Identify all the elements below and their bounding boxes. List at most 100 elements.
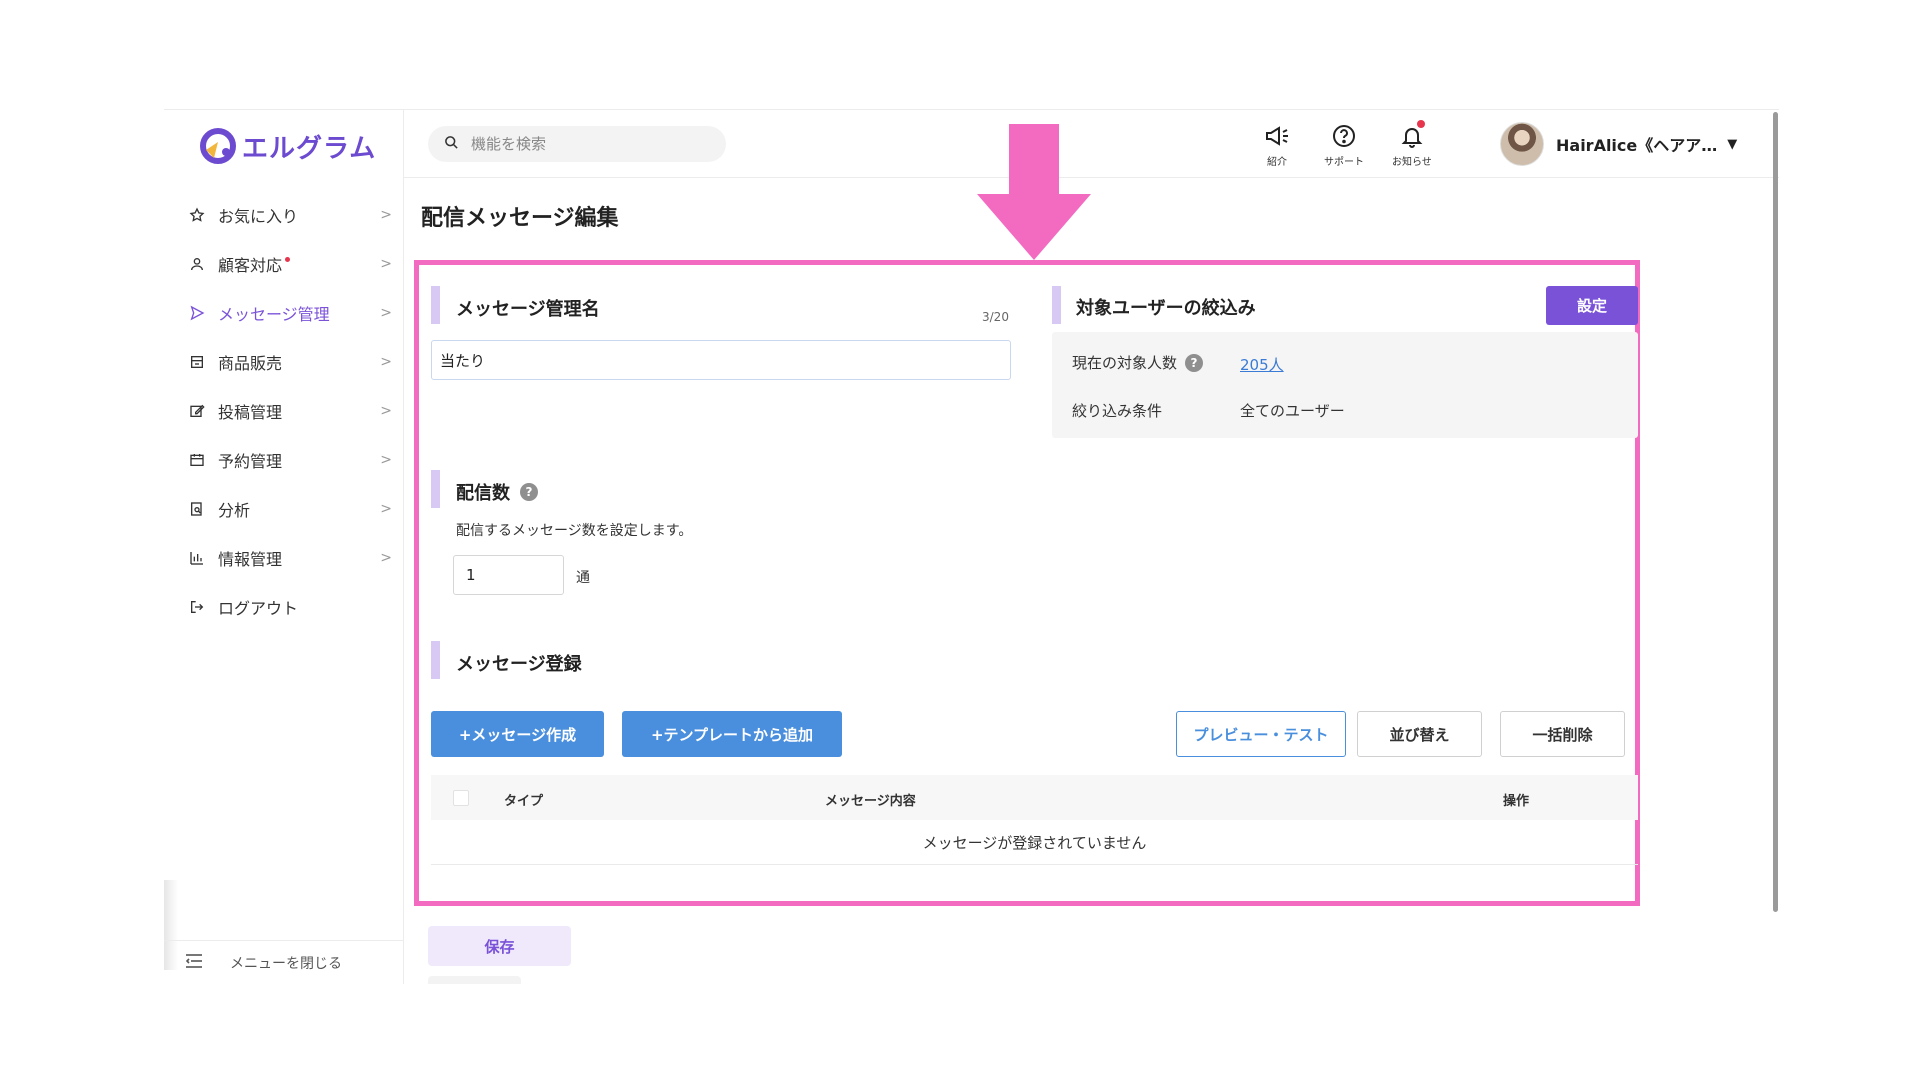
sidebar-item-reservations[interactable]: 予約管理 > bbox=[164, 435, 404, 484]
app-window: エルグラム お気に入り > 顧客対応 > メッセージ管理 > 商品販売 > 投稿… bbox=[164, 109, 1779, 984]
header-icon-label: サポート bbox=[1324, 157, 1364, 168]
add-from-template-button[interactable]: +テンプレートから追加 bbox=[622, 711, 842, 757]
user-name: HairAlice《ヘアア… bbox=[1556, 136, 1718, 155]
sidebar-item-label: 顧客対応 bbox=[218, 255, 283, 275]
sidebar-nav: お気に入り > 顧客対応 > メッセージ管理 > 商品販売 > 投稿管理 > 予… bbox=[164, 190, 404, 631]
sidebar-item-logout[interactable]: ログアウト bbox=[164, 582, 404, 631]
sidebar-item-posts[interactable]: 投稿管理 > bbox=[164, 386, 404, 435]
logo[interactable]: エルグラム bbox=[200, 126, 376, 166]
count-unit: 通 bbox=[576, 570, 590, 586]
search-input[interactable] bbox=[471, 135, 691, 153]
secondary-button[interactable] bbox=[428, 976, 521, 984]
column-header-content: メッセージ内容 bbox=[825, 794, 916, 809]
target-condition-label: 絞り込み条件 bbox=[1072, 402, 1163, 420]
sidebar-item-label: 分析 bbox=[218, 500, 251, 520]
chevron-right-icon: > bbox=[380, 206, 392, 223]
target-summary-box: 現在の対象人数 ? 205人 絞り込み条件 全てのユーザー bbox=[1052, 332, 1638, 438]
help-icon[interactable]: ? bbox=[1185, 353, 1204, 372]
sidebar-item-label: 予約管理 bbox=[218, 451, 283, 471]
sidebar-item-info[interactable]: 情報管理 > bbox=[164, 533, 404, 582]
chevron-right-icon: > bbox=[380, 549, 392, 566]
sort-button[interactable]: 並び替え bbox=[1357, 711, 1482, 757]
page-title: 配信メッセージ編集 bbox=[421, 206, 619, 231]
vertical-scrollbar[interactable] bbox=[1773, 112, 1778, 912]
header-icon-label: お知らせ bbox=[1392, 157, 1432, 168]
sidebar-item-label: メッセージ管理 bbox=[218, 304, 330, 324]
chevron-right-icon: > bbox=[380, 500, 392, 517]
sidebar-item-label: 情報管理 bbox=[218, 549, 283, 569]
chevron-right-icon: > bbox=[380, 451, 392, 468]
target-section-title: 対象ユーザーの絞込み bbox=[1076, 298, 1256, 319]
search-bar[interactable] bbox=[428, 126, 726, 162]
header-icon-label: 紹介 bbox=[1267, 157, 1287, 168]
header-notifications-button[interactable]: お知らせ bbox=[1392, 120, 1432, 168]
notification-dot bbox=[1416, 120, 1425, 128]
empty-table-message: メッセージが登録されていません bbox=[431, 820, 1638, 865]
create-message-button[interactable]: +メッセージ作成 bbox=[431, 711, 604, 757]
sidebar-item-label: ログアウト bbox=[218, 598, 299, 618]
header-intro-button[interactable]: 紹介 bbox=[1264, 124, 1290, 168]
section-accent-bar bbox=[431, 470, 440, 508]
chevron-right-icon: > bbox=[380, 402, 392, 419]
sidebar-item-sales[interactable]: 商品販売 > bbox=[164, 337, 404, 386]
message-count-input[interactable] bbox=[453, 555, 564, 595]
calendar-icon bbox=[186, 449, 208, 471]
user-icon bbox=[186, 253, 208, 275]
help-icon[interactable]: ? bbox=[520, 483, 538, 501]
close-menu-button[interactable]: メニューを閉じる bbox=[164, 940, 404, 984]
user-menu[interactable]: HairAlice《ヘアア… ▼ bbox=[1500, 122, 1737, 166]
sidebar-item-label: 商品販売 bbox=[218, 353, 283, 373]
logo-text: エルグラム bbox=[242, 133, 377, 164]
edit-icon bbox=[186, 400, 208, 422]
target-condition-value: 全てのユーザー bbox=[1240, 402, 1345, 420]
star-icon bbox=[186, 204, 208, 226]
search-icon bbox=[444, 135, 459, 154]
count-description: 配信するメッセージ数を設定します。 bbox=[456, 523, 693, 539]
select-all-checkbox[interactable] bbox=[453, 790, 469, 806]
help-circle-icon bbox=[1331, 124, 1357, 151]
column-header-type: タイプ bbox=[504, 794, 544, 809]
store-icon bbox=[186, 351, 208, 373]
notification-dot bbox=[285, 256, 291, 262]
sidebar-item-analytics[interactable]: 分析 > bbox=[164, 484, 404, 533]
count-section-header: 配信数 ? bbox=[456, 479, 538, 505]
sidebar-item-label: 投稿管理 bbox=[218, 402, 283, 422]
bulk-delete-button[interactable]: 一括削除 bbox=[1500, 711, 1625, 757]
chevron-right-icon: > bbox=[380, 304, 392, 321]
sidebar-item-label: お気に入り bbox=[218, 206, 299, 226]
section-accent-bar bbox=[1052, 286, 1061, 324]
chevron-right-icon: > bbox=[380, 255, 392, 272]
logo-mark-icon bbox=[200, 128, 236, 164]
count-section-title: 配信数 bbox=[456, 483, 510, 504]
name-char-counter: 3/20 bbox=[982, 310, 1009, 324]
target-count-link[interactable]: 205人 bbox=[1240, 354, 1284, 375]
name-section-title: メッセージ管理名 bbox=[456, 299, 600, 320]
analytics-icon bbox=[186, 498, 208, 520]
sidebar-item-messages[interactable]: メッセージ管理 > bbox=[164, 288, 404, 337]
avatar bbox=[1500, 122, 1544, 166]
pink-arrow-icon bbox=[974, 124, 1094, 268]
sidebar: エルグラム お気に入り > 顧客対応 > メッセージ管理 > 商品販売 > 投稿… bbox=[164, 110, 404, 984]
register-section-title: メッセージ登録 bbox=[456, 654, 582, 675]
target-count-label: 現在の対象人数 bbox=[1072, 354, 1178, 372]
section-accent-bar bbox=[431, 641, 440, 679]
message-table-header: タイプ メッセージ内容 操作 bbox=[431, 775, 1638, 820]
target-condition-row: 絞り込み条件 bbox=[1072, 400, 1162, 421]
header-support-button[interactable]: サポート bbox=[1324, 124, 1364, 168]
message-name-input[interactable] bbox=[431, 340, 1011, 380]
caret-down-icon: ▼ bbox=[1727, 136, 1738, 152]
logout-icon bbox=[186, 596, 208, 618]
megaphone-icon bbox=[1264, 124, 1290, 151]
sidebar-item-favorites[interactable]: お気に入り > bbox=[164, 190, 404, 239]
chart-icon bbox=[186, 547, 208, 569]
save-button[interactable]: 保存 bbox=[428, 926, 571, 966]
section-accent-bar bbox=[431, 286, 440, 324]
send-icon bbox=[186, 302, 208, 324]
menu-collapse-icon bbox=[185, 954, 202, 972]
chevron-right-icon: > bbox=[380, 353, 392, 370]
target-set-button[interactable]: 設定 bbox=[1546, 286, 1638, 325]
bell-icon bbox=[1399, 120, 1425, 151]
sidebar-item-customer[interactable]: 顧客対応 > bbox=[164, 239, 404, 288]
preview-test-button[interactable]: プレビュー・テスト bbox=[1176, 711, 1346, 757]
column-header-actions: 操作 bbox=[1503, 794, 1530, 809]
